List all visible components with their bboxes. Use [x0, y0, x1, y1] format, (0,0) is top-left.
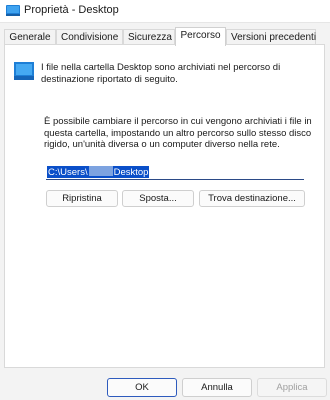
- title-bar[interactable]: Proprietà - Desktop: [0, 0, 330, 23]
- folder-icon: [14, 62, 34, 80]
- cancel-button[interactable]: Annulla: [182, 378, 252, 397]
- path-input[interactable]: C:\Users\ Desktop: [46, 165, 304, 180]
- tab-sicurezza[interactable]: Sicurezza: [123, 29, 175, 45]
- move-button[interactable]: Sposta...: [122, 190, 194, 207]
- tab-generale[interactable]: Generale: [4, 29, 56, 45]
- desktop-folder-icon: [6, 5, 20, 16]
- window-title: Proprietà - Desktop: [24, 4, 119, 16]
- redacted-username: [88, 166, 113, 176]
- path-selection: C:\Users\ Desktop: [47, 166, 150, 178]
- intro-text: I file nella cartella Desktop sono archi…: [41, 62, 281, 85]
- apply-button[interactable]: Applica: [257, 378, 327, 397]
- location-panel: I file nella cartella Desktop sono archi…: [4, 44, 325, 368]
- ok-button[interactable]: OK: [107, 378, 177, 397]
- description-text: È possibile cambiare il percorso in cui …: [44, 116, 312, 150]
- tab-strip: Generale Condivisione Sicurezza Percorso…: [0, 27, 330, 46]
- tab-versioni-precedenti[interactable]: Versioni precedenti: [226, 29, 316, 45]
- path-suffix: Desktop: [113, 167, 149, 178]
- tab-condivisione[interactable]: Condivisione: [56, 29, 123, 45]
- path-prefix: C:\Users\: [48, 167, 88, 178]
- restore-button[interactable]: Ripristina: [46, 190, 118, 207]
- properties-window: Proprietà - Desktop Generale Condivision…: [0, 0, 330, 400]
- find-target-button[interactable]: Trova destinazione...: [199, 190, 305, 207]
- tab-percorso[interactable]: Percorso: [175, 27, 226, 46]
